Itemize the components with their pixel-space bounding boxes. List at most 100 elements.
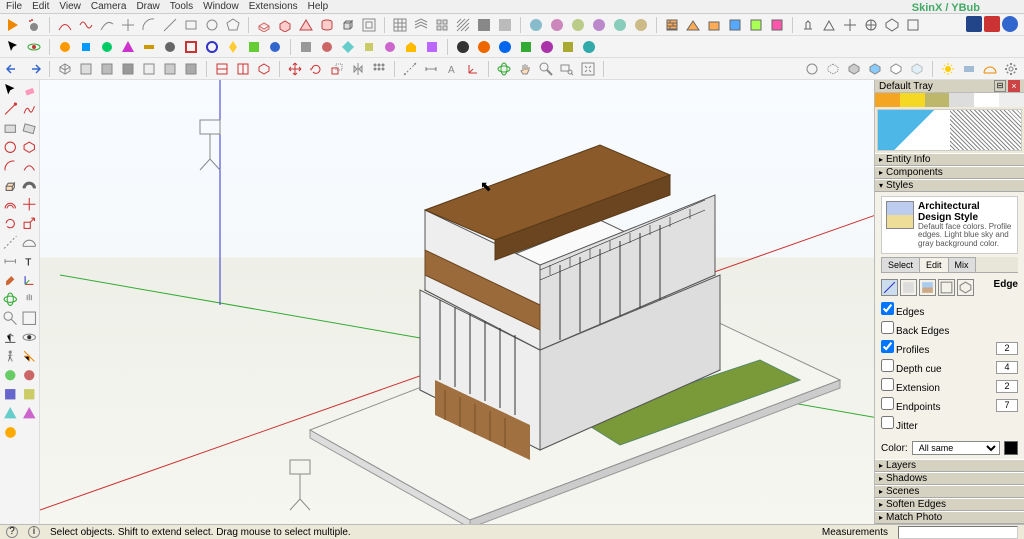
view4-icon[interactable] [862,16,880,34]
tray-pin-icon[interactable]: ⊟ [994,80,1006,92]
style-shaded-icon[interactable] [845,60,863,78]
pointer-icon[interactable] [4,38,22,56]
orbit-tool-icon[interactable] [2,291,19,308]
protractor-tool-icon[interactable] [21,234,38,251]
extra6-icon[interactable] [21,405,38,422]
plugin8-icon[interactable] [203,38,221,56]
tray-close-icon[interactable]: × [1008,80,1020,92]
rotrect-tool-icon[interactable] [21,120,38,137]
circle-tool-icon[interactable] [2,139,19,156]
redo-icon[interactable] [25,60,43,78]
menu-camera[interactable]: Camera [91,1,127,12]
left-icon[interactable] [161,60,179,78]
render5-icon[interactable] [538,38,556,56]
panel-components[interactable]: Components [875,166,1024,179]
section2-icon[interactable] [234,60,252,78]
panel-entity-info[interactable]: Entity Info [875,153,1024,166]
panel-scenes[interactable]: Scenes [875,485,1024,498]
bottom-icon[interactable] [182,60,200,78]
color-mode-select[interactable]: All same [912,441,1000,455]
zoomext-tool-icon[interactable] [21,310,38,327]
style-tex-icon[interactable] [866,60,884,78]
hatch3-icon[interactable] [496,16,514,34]
look-tool-icon[interactable] [21,329,38,346]
tape-icon[interactable] [401,60,419,78]
rotate-icon[interactable] [307,60,325,78]
grid1-icon[interactable] [391,16,409,34]
menu-window[interactable]: Window [203,1,239,12]
material4-icon[interactable] [590,16,608,34]
color-swatches[interactable] [875,93,1024,107]
menu-file[interactable]: File [6,1,22,12]
val-profiles[interactable] [996,342,1018,355]
panel-styles[interactable]: Styles [875,179,1024,192]
plugin4-icon[interactable] [119,38,137,56]
orbit-icon[interactable] [495,60,513,78]
plugin3-icon[interactable] [98,38,116,56]
plugin16-icon[interactable] [381,38,399,56]
wall1-icon[interactable] [663,16,681,34]
wall6-icon[interactable] [768,16,786,34]
curve4-icon[interactable] [119,16,137,34]
view1-icon[interactable] [799,16,817,34]
wall5-icon[interactable] [747,16,765,34]
sun-icon[interactable] [939,60,957,78]
plugin2-icon[interactable] [77,38,95,56]
section-tool-icon[interactable] [21,348,38,365]
style-xray-icon[interactable] [908,60,926,78]
style-thumbnail[interactable] [886,201,914,229]
line-icon[interactable] [161,16,179,34]
extra2-icon[interactable] [21,367,38,384]
viewport[interactable]: ⬉ [40,80,874,524]
scale-icon[interactable] [328,60,346,78]
plugin9-icon[interactable] [224,38,242,56]
pushpull-tool-icon[interactable] [2,177,19,194]
extrude1-icon[interactable] [255,16,273,34]
edge-settings-icon[interactable] [881,279,898,296]
rect-tool-icon[interactable] [2,120,19,137]
info-icon[interactable]: ? [6,526,18,538]
plugin12-icon[interactable] [297,38,315,56]
section1-icon[interactable] [213,60,231,78]
grid3-icon[interactable] [433,16,451,34]
protract-icon[interactable] [981,60,999,78]
tab-edit[interactable]: Edit [919,257,949,272]
plugin14-icon[interactable] [339,38,357,56]
render7-icon[interactable] [580,38,598,56]
zoom-icon[interactable] [537,60,555,78]
pan-tool-icon[interactable] [21,291,38,308]
back-icon[interactable] [140,60,158,78]
chk-edges[interactable]: Edges [881,302,924,318]
pan-icon[interactable] [516,60,534,78]
play-icon[interactable] [4,16,22,34]
zoom-tool-icon[interactable] [2,310,19,327]
view6-icon[interactable] [904,16,922,34]
face-settings-icon[interactable] [900,279,917,296]
val-extension[interactable] [996,380,1018,393]
edge-color-swatch[interactable] [1004,441,1018,455]
text-tool-icon[interactable]: T [21,253,38,270]
skinx-btn-3[interactable] [1002,16,1018,32]
material2-icon[interactable] [548,16,566,34]
arc2-tool-icon[interactable] [21,158,38,175]
eraser-tool-icon[interactable] [21,82,38,99]
line-tool-icon[interactable] [2,101,19,118]
move-tool-icon[interactable] [21,196,38,213]
style-mono-icon[interactable] [887,60,905,78]
extrude3-icon[interactable] [297,16,315,34]
paint-tool-icon[interactable] [2,272,19,289]
offset-icon[interactable] [360,16,378,34]
watermark-icon[interactable] [938,279,955,296]
chk-jitter[interactable]: Jitter [881,416,918,432]
material3-icon[interactable] [569,16,587,34]
orbit-small-icon[interactable] [25,38,43,56]
render4-icon[interactable] [517,38,535,56]
grid2-icon[interactable] [412,16,430,34]
plugin1-icon[interactable] [56,38,74,56]
menu-extensions[interactable]: Extensions [249,1,298,12]
tab-select[interactable]: Select [881,257,920,272]
material1-icon[interactable] [527,16,545,34]
tab-mix[interactable]: Mix [948,257,976,272]
chk-back-edges[interactable]: Back Edges [881,321,949,337]
plugin15-icon[interactable] [360,38,378,56]
